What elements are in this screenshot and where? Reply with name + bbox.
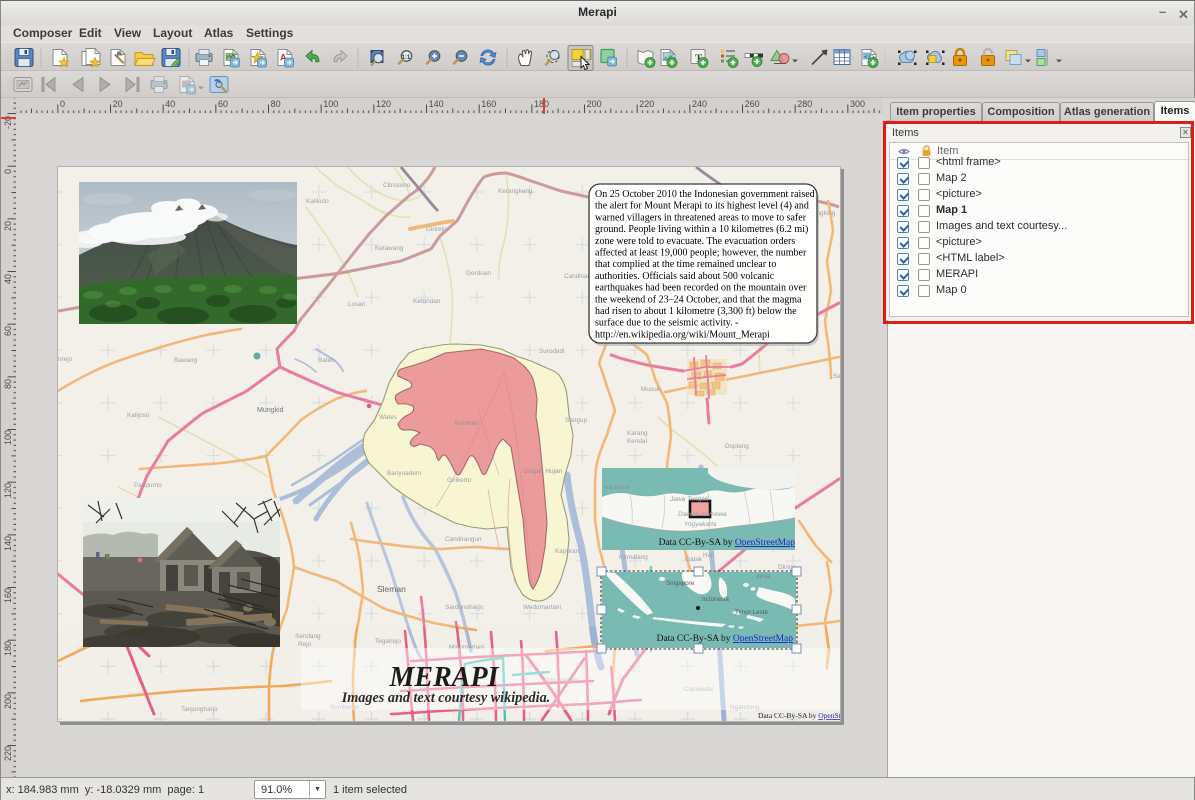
svg-text:Bateh: Bateh bbox=[318, 357, 335, 364]
svg-text:the weekend of 23–24 October,: the weekend of 23–24 October, and that t… bbox=[595, 294, 802, 305]
svg-text:40: 40 bbox=[3, 274, 13, 284]
svg-text:Banyuadem: Banyuadem bbox=[387, 470, 421, 477]
svg-text:Singapore: Singapore bbox=[666, 580, 695, 587]
svg-text:Sam: Sam bbox=[833, 373, 840, 380]
svg-text:http://en.wikipedia.org/wiki/M: http://en.wikipedia.org/wiki/Mount_Merap… bbox=[595, 329, 770, 340]
svg-text:authorities. Officials said ab: authorities. Officials said about 500 vo… bbox=[595, 271, 775, 282]
svg-text:nrejo: nrejo bbox=[58, 356, 73, 363]
svg-text:Yogyakarta: Yogyakarta bbox=[684, 521, 717, 528]
svg-text:Gerduan: Gerduan bbox=[466, 270, 491, 277]
svg-text:Kapuran: Kapuran bbox=[555, 548, 580, 555]
svg-text:1:1: 1:1 bbox=[402, 55, 411, 61]
svg-text:that complied at the time rema: that complied at the time remained uncle… bbox=[595, 259, 776, 270]
svg-text:100: 100 bbox=[3, 430, 13, 445]
svg-text:220: 220 bbox=[3, 746, 13, 761]
svg-text:240: 240 bbox=[692, 99, 707, 109]
svg-text:Ketundan: Ketundan bbox=[413, 298, 441, 305]
svg-text:200: 200 bbox=[587, 99, 602, 109]
svg-text:surface due to the seismic act: surface due to the seismic activity. - bbox=[595, 318, 738, 329]
svg-text:Daerah Istimewa: Daerah Istimewa bbox=[678, 511, 727, 518]
svg-text:Sangup: Sangup bbox=[565, 417, 587, 424]
svg-text:60: 60 bbox=[3, 326, 13, 336]
svg-text:had risen to about 1 kilometre: had risen to about 1 kilometre (3,300 ft… bbox=[595, 306, 797, 317]
svg-text:60: 60 bbox=[218, 99, 228, 109]
svg-text:Citrosono: Citrosono bbox=[383, 182, 411, 189]
svg-text:Wedomartani: Wedomartani bbox=[523, 604, 561, 611]
svg-text:Wates: Wates bbox=[379, 414, 397, 421]
svg-text:wa Barat: wa Barat bbox=[604, 484, 631, 491]
svg-text:Glagah Hujan: Glagah Hujan bbox=[523, 468, 563, 475]
svg-text:Data CC-By-SA by OpenStreetMap: Data CC-By-SA by OpenStreetMap bbox=[659, 538, 796, 548]
svg-text:Losari: Losari bbox=[348, 301, 365, 308]
svg-text:Gatak: Gatak bbox=[685, 556, 703, 563]
svg-text:Kendal: Kendal bbox=[627, 438, 647, 445]
svg-text:160: 160 bbox=[481, 99, 496, 109]
svg-text:Kerangkeng: Kerangkeng bbox=[498, 188, 533, 195]
svg-text:warned villagers in threatened: warned villagers in threatened areas to … bbox=[595, 212, 807, 223]
svg-text:Jawa Tengah: Jawa Tengah bbox=[669, 496, 709, 503]
svg-text:Tegalrejo: Tegalrejo bbox=[375, 638, 401, 645]
svg-text:80: 80 bbox=[3, 379, 13, 389]
svg-text:Data CC-By-SA by OpenStreetMap: Data CC-By-SA by OpenStreetMap bbox=[758, 711, 840, 720]
svg-text:Kemiren: Kemiren bbox=[455, 420, 479, 427]
svg-text:Data CC-By-SA by OpenStreetMap: Data CC-By-SA by OpenStreetMap bbox=[657, 634, 794, 644]
svg-text:Kalikuto: Kalikuto bbox=[306, 198, 329, 205]
svg-text:120: 120 bbox=[3, 483, 13, 498]
svg-text:Images and text courtesy wikip: Images and text courtesy wikipedia. bbox=[341, 690, 550, 706]
svg-text:Sendang: Sendang bbox=[295, 633, 321, 640]
svg-text:affected at least 19,000 peopl: affected at least 19,000 people; however… bbox=[595, 248, 807, 259]
svg-text:Bawang: Bawang bbox=[174, 357, 198, 364]
svg-text:Haji: Haji bbox=[703, 552, 714, 559]
svg-text:Candisari: Candisari bbox=[564, 273, 591, 280]
svg-text:Karang: Karang bbox=[627, 430, 648, 437]
svg-text:Kemalang: Kemalang bbox=[619, 554, 648, 561]
svg-text:40: 40 bbox=[165, 99, 175, 109]
svg-text:Doplang: Doplang bbox=[725, 443, 749, 450]
svg-text:180: 180 bbox=[3, 641, 13, 656]
svg-text:Sardonoharjo: Sardonoharjo bbox=[445, 604, 484, 611]
svg-text:Timor-Leste: Timor-Leste bbox=[735, 609, 768, 616]
svg-text:260: 260 bbox=[745, 99, 760, 109]
svg-text:Tanjungharjo: Tanjungharjo bbox=[181, 706, 218, 713]
svg-text:Kalijoso: Kalijoso bbox=[127, 412, 150, 419]
svg-text:140: 140 bbox=[3, 536, 13, 551]
svg-text:aysia: aysia bbox=[756, 573, 771, 580]
svg-text:180: 180 bbox=[534, 99, 549, 109]
svg-text:Candirangun: Candirangun bbox=[445, 536, 482, 543]
svg-text:100: 100 bbox=[323, 99, 338, 109]
svg-text:160: 160 bbox=[3, 588, 13, 603]
svg-text:80: 80 bbox=[271, 99, 281, 109]
svg-text:Musuk: Musuk bbox=[641, 386, 661, 393]
svg-text:0: 0 bbox=[60, 99, 65, 109]
svg-text:20: 20 bbox=[113, 99, 123, 109]
svg-text:Indonesia: Indonesia bbox=[702, 596, 729, 603]
svg-text:Ketawang: Ketawang bbox=[375, 245, 404, 252]
svg-text:Mungkid: Mungkid bbox=[257, 407, 284, 414]
svg-text:MERAPI: MERAPI bbox=[389, 662, 500, 693]
svg-text:On 25 October 2010 the Indones: On 25 October 2010 the Indonesian govern… bbox=[595, 189, 815, 200]
svg-text:0: 0 bbox=[3, 169, 13, 174]
svg-text:20: 20 bbox=[3, 221, 13, 231]
svg-text:the alert for Mount Merapi to: the alert for Mount Merapi to its highes… bbox=[595, 201, 809, 212]
svg-text:220: 220 bbox=[639, 99, 654, 109]
svg-text:Surodadi: Surodadi bbox=[539, 348, 565, 355]
svg-text:Sleman: Sleman bbox=[377, 584, 406, 594]
svg-text:zone were told to evacuate. Th: zone were told to evacuate. The evacuati… bbox=[595, 236, 795, 247]
svg-text:140: 140 bbox=[429, 99, 444, 109]
svg-text:Rejo: Rejo bbox=[298, 641, 312, 648]
svg-text:earthquakes had been recorded: earthquakes had been recorded on the mou… bbox=[595, 283, 807, 294]
svg-text:300: 300 bbox=[850, 99, 865, 109]
svg-text:280: 280 bbox=[797, 99, 812, 109]
svg-text:ground. People living within a: ground. People living within a 10 kilome… bbox=[595, 224, 808, 235]
svg-text:Girirejo: Girirejo bbox=[426, 226, 447, 233]
svg-text:120: 120 bbox=[376, 99, 391, 109]
svg-text:200: 200 bbox=[3, 694, 13, 709]
svg-text:Girikerto: Girikerto bbox=[447, 477, 472, 484]
svg-text:Paripurno: Paripurno bbox=[134, 482, 162, 489]
